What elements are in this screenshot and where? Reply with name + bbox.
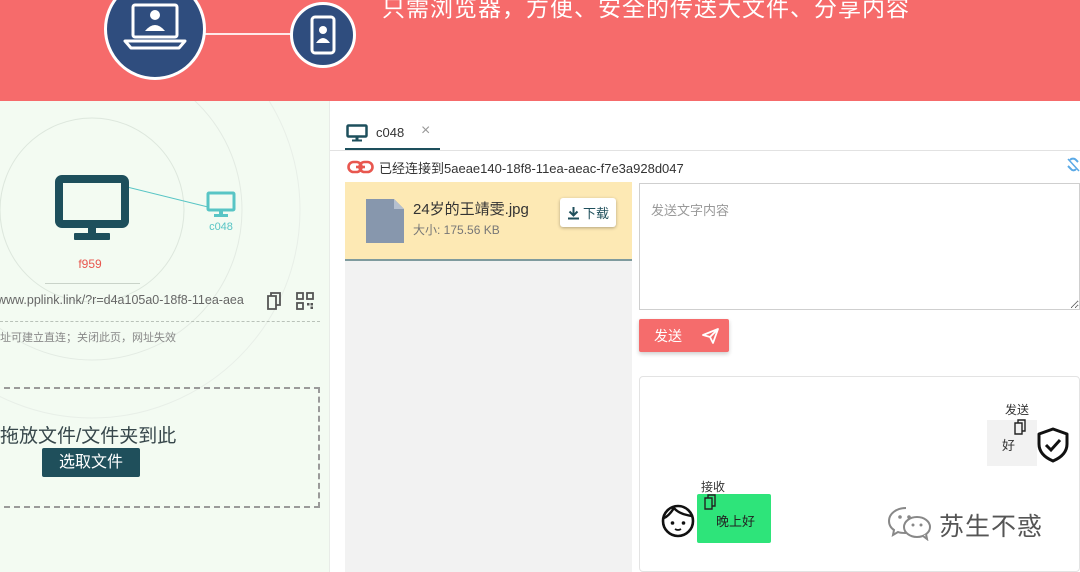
share-url[interactable]: www.pplink.link/?r=d4a105a0-18f8-11ea-ae… bbox=[0, 293, 257, 307]
watermark-text: 苏生不惑 bbox=[939, 513, 1044, 541]
wechat-icon bbox=[887, 507, 931, 541]
shield-check-icon bbox=[1037, 427, 1069, 463]
share-hint: 址可建立直连；关闭此页，网址失效 bbox=[0, 332, 176, 344]
local-device-name: f959 bbox=[78, 257, 102, 271]
send-button[interactable]: 发送 bbox=[639, 319, 729, 352]
send-label: 发送 bbox=[654, 327, 682, 344]
send-plane-icon bbox=[702, 327, 719, 344]
local-share-panel: f959 c048 www.pplink.link/?r=d4a105a0-18… bbox=[0, 101, 330, 572]
copy-icon[interactable] bbox=[1013, 419, 1027, 435]
download-label: 下载 bbox=[582, 206, 609, 221]
monitor-icon bbox=[346, 124, 368, 142]
sent-message-label: 发送 bbox=[1005, 403, 1030, 417]
sent-message-text: 好 bbox=[1002, 438, 1016, 453]
tab-label[interactable]: c048 bbox=[376, 125, 404, 140]
peer-device-monitor-icon bbox=[206, 191, 236, 217]
app-page: 只需浏览器，方便、安全的传送大文件、分享内容 f959 c048 www.ppl… bbox=[0, 0, 1080, 572]
phone-badge bbox=[290, 2, 356, 68]
received-message-text: 晚上好 bbox=[716, 514, 756, 529]
file-icon bbox=[366, 199, 404, 243]
tab-close-button[interactable]: × bbox=[421, 122, 430, 140]
copy-icon[interactable] bbox=[265, 291, 283, 311]
link-icon bbox=[347, 160, 374, 174]
unlink-icon[interactable] bbox=[1066, 157, 1080, 173]
copy-icon[interactable] bbox=[703, 494, 717, 510]
local-device-monitor-icon bbox=[55, 175, 129, 240]
file-size: 大小: 175.56 KB bbox=[413, 223, 500, 237]
device-name-divider bbox=[45, 283, 140, 284]
device-link-line bbox=[205, 33, 291, 35]
phone-icon bbox=[310, 15, 336, 55]
laptop-badge bbox=[104, 0, 206, 80]
connection-status: 已经连接到5aeae140-18f8-11ea-aeac-f7e3a928d04… bbox=[379, 161, 684, 176]
face-icon bbox=[661, 504, 695, 538]
file-name: 24岁的王靖雯.jpg bbox=[413, 201, 529, 218]
received-message-label: 接收 bbox=[701, 480, 726, 494]
message-input[interactable] bbox=[639, 183, 1080, 310]
pick-file-button[interactable]: 选取文件 bbox=[42, 448, 140, 477]
laptop-icon bbox=[123, 3, 187, 50]
hero-banner: 只需浏览器，方便、安全的传送大文件、分享内容 bbox=[0, 0, 1080, 101]
file-dropzone[interactable]: 拖放文件/文件夹到此 选取文件 bbox=[0, 387, 320, 508]
banner-tagline: 只需浏览器，方便、安全的传送大文件、分享内容 bbox=[382, 0, 910, 21]
qrcode-icon[interactable] bbox=[296, 292, 314, 310]
peer-device-name[interactable]: c048 bbox=[196, 221, 246, 233]
tabbar-border bbox=[330, 150, 1080, 151]
download-button[interactable]: 下载 bbox=[560, 198, 616, 227]
share-divider bbox=[0, 321, 320, 322]
download-icon bbox=[567, 206, 579, 219]
dropzone-label: 拖放文件/文件夹到此 bbox=[0, 426, 177, 447]
